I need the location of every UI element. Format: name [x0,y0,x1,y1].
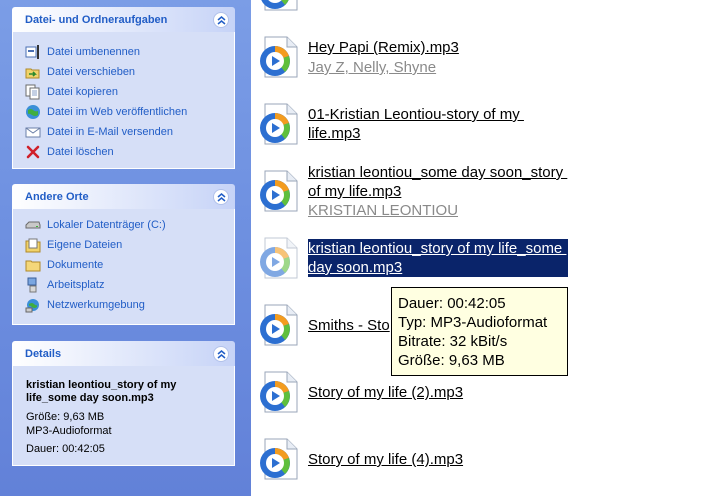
task-delete[interactable]: Datei löschen [13,142,234,162]
file-artist: Jay Z, Nelly, Shyne [308,59,437,76]
place-my-computer[interactable]: Arbeitsplatz [13,275,234,295]
my-computer-icon [25,277,41,293]
file-list: Hey Papi (Remix).mp3 Jay Z, Nelly, Shyne… [251,0,702,496]
place-my-computer-label: Arbeitsplatz [47,279,105,291]
tooltip-size: Größe: 9,63 MB [398,352,505,369]
file-tasks-title: Datei- und Ordneraufgaben [25,14,168,26]
publish-web-icon [25,104,41,120]
task-publish-web-label: Datei im Web veröffentlichen [47,106,188,118]
place-network-label: Netzwerkumgebung [47,299,145,311]
task-rename[interactable]: Datei umbenennen [13,42,234,62]
details-size: Größe: 9,63 MB [26,411,105,423]
task-copy[interactable]: Datei kopieren [13,82,234,102]
file-tasks-panel: Datei- und Ordneraufgaben Datei umbenenn… [12,7,235,169]
my-documents-icon [25,237,41,253]
file-name[interactable]: Story of my life (2).mp3 [308,383,463,402]
task-email[interactable]: Datei in E-Mail versenden [13,122,234,142]
details-body: kristian leontiou_story of my life_some … [12,366,235,466]
file-name[interactable]: Story of my life (4).mp3 [308,450,463,469]
other-places-header[interactable]: Andere Orte [12,184,235,209]
place-documents[interactable]: Dokumente [13,255,234,275]
file-tasks-body: Datei umbenennen Datei verschieben Datei… [12,32,235,169]
move-icon [25,64,41,80]
place-my-documents-label: Eigene Dateien [47,239,123,251]
media-file-icon[interactable] [255,368,303,416]
media-file-icon[interactable] [255,301,303,349]
details-duration: Dauer: 00:42:05 [26,443,105,455]
file-info-tooltip: Dauer: 00:42:05 Typ: MP3-Audioformat Bit… [391,287,568,376]
file-name[interactable]: Hey Papi (Remix).mp3 [308,38,459,57]
task-email-label: Datei in E-Mail versenden [47,126,173,138]
network-icon [25,297,41,313]
collapse-chevron-icon[interactable] [213,12,229,28]
collapse-chevron-icon[interactable] [213,189,229,205]
details-title: Details [25,348,62,360]
other-places-panel: Andere Orte Lokaler Datenträger (C:) Eig… [12,184,235,325]
folder-icon [25,257,41,273]
media-file-icon[interactable] [255,167,303,215]
rename-icon [25,44,41,60]
task-move-label: Datei verschieben [47,66,136,78]
copy-icon [25,84,41,100]
file-name[interactable]: kristian leontiou_some day soon_story of… [308,163,567,201]
other-places-body: Lokaler Datenträger (C:) Eigene Dateien … [12,209,235,325]
tooltip-bitrate: Bitrate: 32 kBit/s [398,333,508,350]
file-name[interactable]: Smiths - Sto [308,316,390,335]
details-header[interactable]: Details [12,341,235,366]
place-local-drive[interactable]: Lokaler Datenträger (C:) [13,215,234,235]
media-file-icon[interactable] [255,33,303,81]
task-pane: Datei- und Ordneraufgaben Datei umbenenn… [0,0,251,496]
file-name[interactable]: 01-Kristian Leontiou-story of my life.mp… [308,105,524,143]
media-file-icon[interactable] [255,0,303,14]
details-type: MP3-Audioformat [26,425,112,437]
media-file-icon[interactable] [255,234,303,282]
media-file-icon[interactable] [255,100,303,148]
other-places-title: Andere Orte [25,191,89,203]
task-publish-web[interactable]: Datei im Web veröffentlichen [13,102,234,122]
tooltip-type: Typ: MP3-Audioformat [398,314,548,331]
task-rename-label: Datei umbenennen [47,46,140,58]
place-documents-label: Dokumente [47,259,104,271]
delete-icon [25,144,41,160]
file-artist: KRISTIAN LEONTIOU [308,202,459,219]
drive-icon [25,217,41,233]
file-name[interactable]: kristian leontiou_story of my life_some … [308,239,569,277]
task-copy-label: Datei kopieren [47,86,118,98]
place-my-documents[interactable]: Eigene Dateien [13,235,234,255]
place-network[interactable]: Netzwerkumgebung [13,295,234,315]
email-icon [25,124,41,140]
details-panel: Details kristian leontiou_story of my li… [12,341,235,466]
details-file-name: kristian leontiou_story of my life_some … [26,379,177,404]
tooltip-duration: Dauer: 00:42:05 [398,295,506,312]
task-delete-label: Datei löschen [47,146,114,158]
collapse-chevron-icon[interactable] [213,346,229,362]
media-file-icon[interactable] [255,435,303,483]
task-move[interactable]: Datei verschieben [13,62,234,82]
file-tasks-header[interactable]: Datei- und Ordneraufgaben [12,7,235,32]
place-local-drive-label: Lokaler Datenträger (C:) [47,219,166,231]
